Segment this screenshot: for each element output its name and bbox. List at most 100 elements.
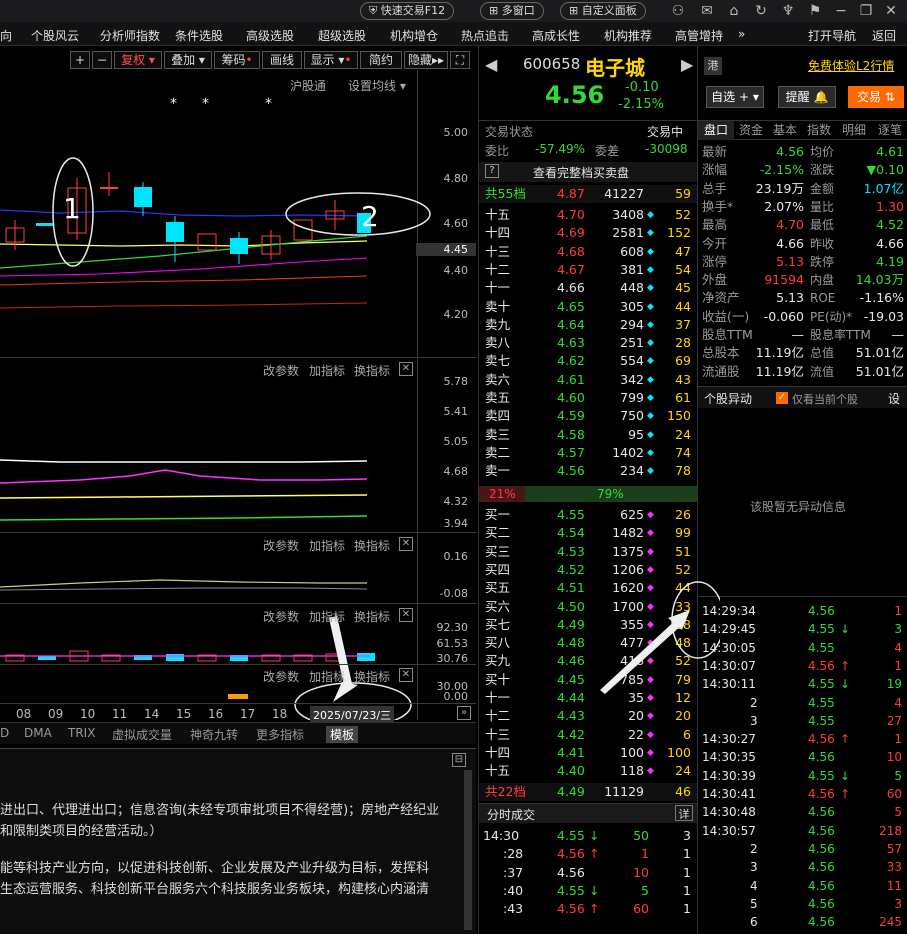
back-link[interactable]: 返回 [872,27,896,44]
scroll-right-icon[interactable]: » [457,706,471,720]
menu-item[interactable]: 高成长性 [532,27,580,44]
full-book-row[interactable]: ? 查看完整档买卖盘 [479,162,697,182]
indicator-tab[interactable]: TRIX [68,726,95,740]
quick-trade-button[interactable]: ⛨ 快速交易F12 [360,2,455,20]
tab-index[interactable]: 指数 [802,121,836,140]
asks-row[interactable]: 卖十 4.65 305 ◆ 44 [479,298,697,316]
multi-window-button[interactable]: ⊞ 多窗口 [480,2,544,20]
display-button[interactable]: 显示 ▾• [304,51,358,69]
checkbox-icon[interactable]: ✓ [776,392,788,404]
asks-row[interactable]: 卖一 4.56 234 ◆ 78 [479,462,697,480]
indicator-tab[interactable]: D [0,726,9,740]
fullscreen-icon[interactable]: ⛶ [450,51,470,69]
only-current-label[interactable]: 仅看当前个股 [792,391,858,407]
asks-row[interactable]: 十五 4.70 3408 ◆ 52 [479,206,697,224]
menu-item[interactable]: 分析师指数 [100,27,160,44]
custom-panel-button[interactable]: ⊞ 自定义面板 [560,2,646,20]
menu-item[interactable]: 高级选股 [246,27,294,44]
add-indicator-link[interactable]: 加指标 [309,537,345,554]
menu-item[interactable]: 超级选股 [318,27,366,44]
bids-row[interactable]: 买一 4.55 625 ◆ 26 [479,506,697,524]
full-book-link[interactable]: 查看完整档买卖盘 [533,164,629,181]
switch-indicator-link[interactable]: 换指标 [354,608,390,625]
scrollbar[interactable] [464,770,472,930]
overlay-button[interactable]: 叠加 ▾ [164,51,212,69]
edit-params-link[interactable]: 改参数 [263,608,299,625]
asks-row[interactable]: 卖二 4.57 1402 ◆ 74 [479,444,697,462]
anomaly-settings[interactable]: 设 [888,390,900,407]
refresh-icon[interactable]: ↻ [750,1,772,21]
prev-stock-icon[interactable]: ◀ [485,55,497,74]
asks-row[interactable]: 十一 4.66 448 ◆ 45 [479,279,697,297]
tab-funds[interactable]: 资金 [734,121,768,140]
asks-row[interactable]: 卖九 4.64 294 ◆ 37 [479,316,697,334]
zoom-out-button[interactable]: − [92,51,112,69]
asks-row[interactable]: 卖六 4.61 342 ◆ 43 [479,371,697,389]
asks-row[interactable]: 卖四 4.59 750 ◆ 150 [479,407,697,425]
asks-row[interactable]: 卖五 4.60 799 ◆ 61 [479,389,697,407]
asks-row[interactable]: 卖三 4.58 95 ◆ 24 [479,426,697,444]
home-icon[interactable]: ⌂ [723,1,745,21]
skin-icon[interactable]: ⚑ [804,1,826,21]
switch-indicator-link[interactable]: 换指标 [354,537,390,554]
asks-row[interactable]: 卖八 4.63 251 ◆ 28 [479,334,697,352]
switch-indicator-link[interactable]: 换指标 [354,668,390,685]
menu-item[interactable]: 热点追击 [461,27,509,44]
menu-item[interactable]: 机构推荐 [604,27,652,44]
trade-button[interactable]: 交易 ⇅ [848,86,904,108]
bids-row[interactable]: 十三 4.42 22 ◆ 6 [479,726,697,744]
add-indicator-link[interactable]: 加指标 [309,608,345,625]
menu-item[interactable]: 机构增仓 [390,27,438,44]
trades-detail-button[interactable]: 详 [675,805,693,821]
tab-basic[interactable]: 基本 [768,121,802,140]
menu-item[interactable]: 向 [0,27,12,44]
edit-params-link[interactable]: 改参数 [263,537,299,554]
user-icon[interactable]: ⚇ [667,1,689,21]
bids-row[interactable]: 十五 4.40 118 ◆ 24 [479,762,697,780]
add-indicator-link[interactable]: 加指标 [309,362,345,379]
mail-icon[interactable]: ✉ [696,1,718,21]
bids-row[interactable]: 十二 4.43 20 ◆ 20 [479,707,697,725]
collapse-icon[interactable]: ⊟ [452,753,466,767]
tab-pankou[interactable]: 盘口 [698,121,734,140]
adjust-button[interactable]: 复权 ▾ [114,51,162,69]
remind-button[interactable]: 提醒 🔔 [778,86,836,108]
indicator-tab[interactable]: DMA [24,726,52,740]
bids-row[interactable]: 十四 4.41 100 ◆ 100 [479,744,697,762]
indicator-tab[interactable]: 神奇九转 [190,726,238,743]
menu-item[interactable]: 条件选股 [175,27,223,44]
open-nav-link[interactable]: 打开导航 [808,27,856,44]
hk-tag[interactable]: 港 [704,57,722,75]
draw-line-button[interactable]: 画线 [262,51,302,69]
restore-icon[interactable]: ❐ [855,1,877,21]
edit-params-link[interactable]: 改参数 [263,668,299,685]
edit-params-link[interactable]: 改参数 [263,362,299,379]
indicator-tab[interactable]: 更多指标 [256,726,304,743]
switch-indicator-link[interactable]: 换指标 [354,362,390,379]
close-panel-icon[interactable]: ✕ [399,537,413,551]
asks-row[interactable]: 十二 4.67 381 ◆ 54 [479,261,697,279]
bids-row[interactable]: 买四 4.52 1206 ◆ 52 [479,561,697,579]
chips-button[interactable]: 筹码• [214,51,260,69]
more-menu-icon[interactable]: » [738,27,745,41]
tab-detail[interactable]: 明细 [836,121,872,140]
hide-button[interactable]: 隐藏▸▸ [404,51,448,69]
next-stock-icon[interactable]: ▶ [681,55,693,74]
l2-trial-link[interactable]: 免费体验L2行情 [808,57,894,74]
shirt-icon[interactable]: ♆ [777,1,799,21]
add-watchlist-button[interactable]: 自选 + ▾ [706,86,764,108]
help-icon[interactable]: ? [485,164,499,178]
close-panel-icon[interactable]: ✕ [399,608,413,622]
close-panel-icon[interactable]: ✕ [399,362,413,376]
asks-row[interactable]: 十三 4.68 608 ◆ 47 [479,243,697,261]
template-tab[interactable]: 模板 [326,726,359,743]
minimize-icon[interactable]: − [830,1,852,21]
close-panel-icon[interactable]: ✕ [399,668,413,682]
simple-button[interactable]: 简约 [360,51,402,69]
asks-row[interactable]: 十四 4.69 2581 ◆ 152 [479,224,697,242]
close-icon[interactable]: ✕ [880,1,902,21]
bids-row[interactable]: 买三 4.53 1375 ◆ 51 [479,543,697,561]
menu-item[interactable]: 个股风云 [31,27,79,44]
add-indicator-link[interactable]: 加指标 [309,668,345,685]
indicator-tab[interactable]: 虚拟成交量 [112,726,172,743]
